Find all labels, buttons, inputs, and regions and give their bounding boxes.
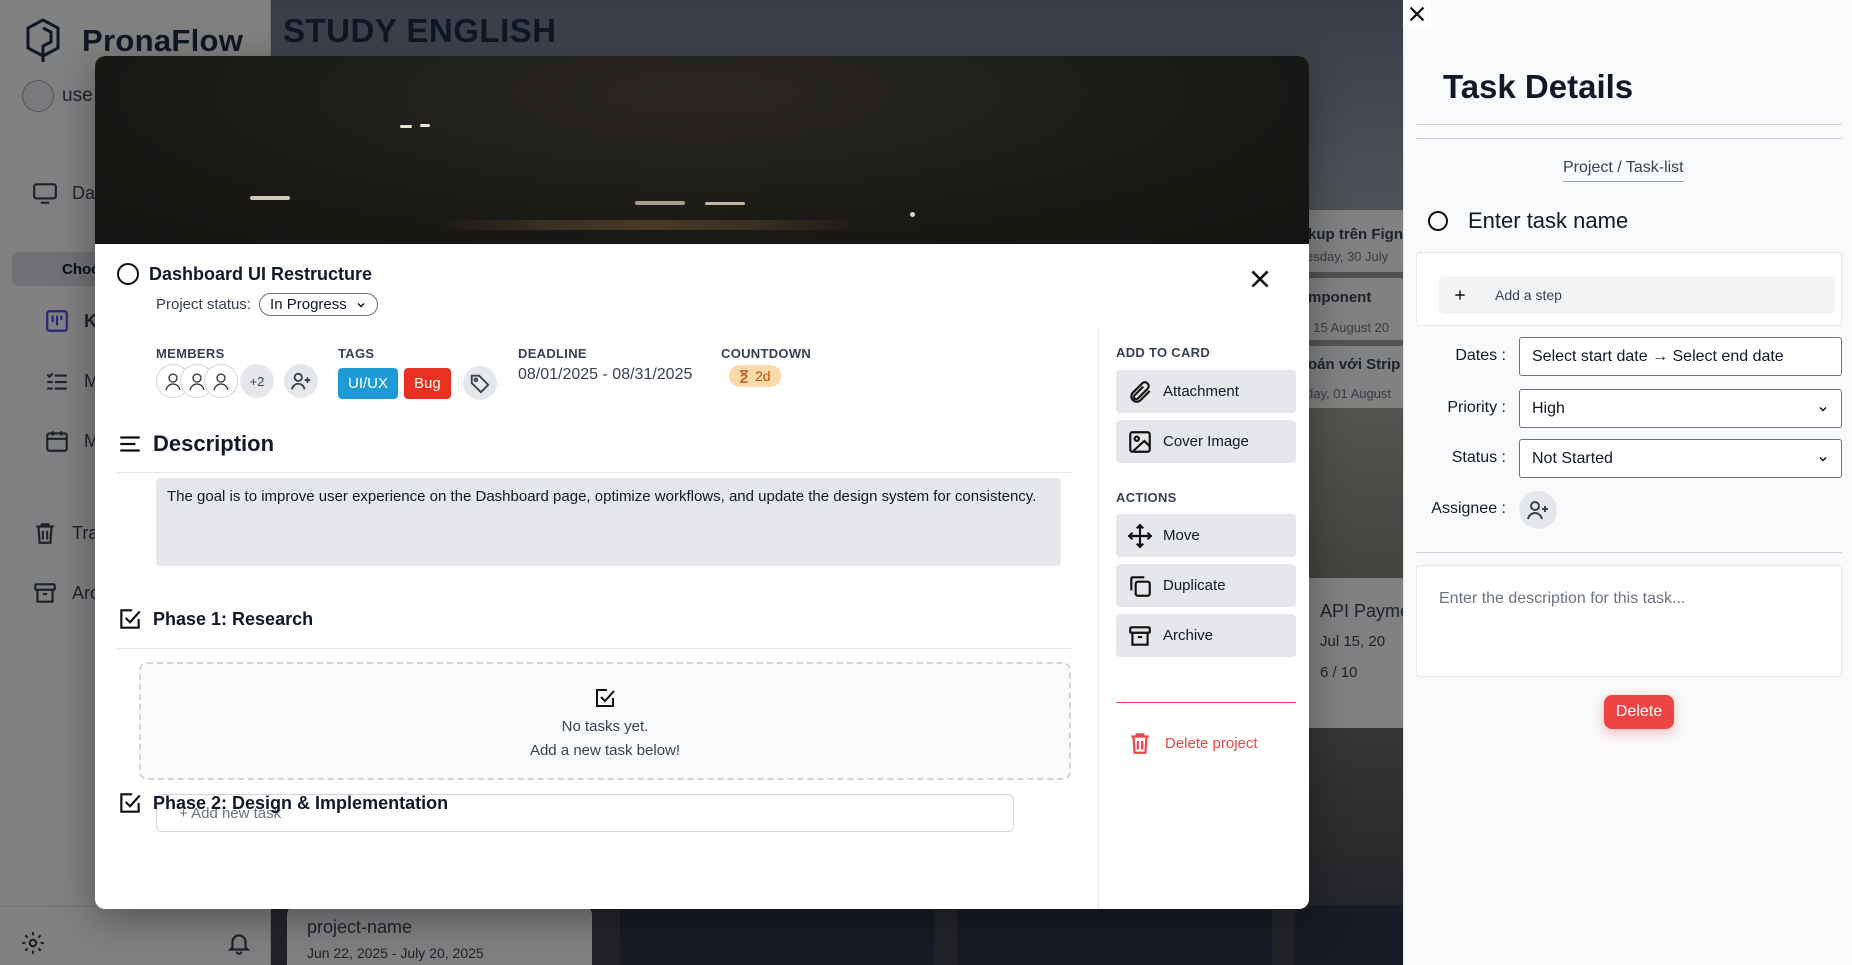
panel-title: Task Details: [1443, 68, 1634, 105]
countdown-value: 2d: [755, 368, 771, 384]
close-icon: [1409, 6, 1425, 22]
align-left-icon: [120, 436, 140, 452]
project-title-row: Dashboard UI Restructure: [117, 263, 372, 285]
add-to-card-label: ADD TO CARD: [1116, 345, 1211, 360]
phase-2-title[interactable]: Phase 2: Design & Implementation: [153, 793, 448, 814]
checkbox-icon: [120, 609, 141, 629]
breadcrumb[interactable]: Project / Task-list: [1563, 159, 1684, 182]
tags-list: UI/UX Bug: [338, 366, 497, 400]
dates-label: Dates :: [1455, 347, 1506, 364]
deadline-label: DEADLINE: [518, 346, 587, 361]
project-modal: Dashboard UI Restructure Project status:…: [95, 56, 1309, 909]
archive-label: Archive: [1163, 627, 1214, 644]
chevron-down-icon: [1819, 456, 1827, 462]
panel-close-button[interactable]: [1403, 0, 1431, 28]
dates-value: Select start date → Select end date: [1532, 347, 1784, 365]
add-step-button[interactable]: Add a step: [1439, 276, 1835, 314]
move-label: Move: [1163, 527, 1200, 544]
delete-task-button[interactable]: Delete: [1604, 695, 1674, 729]
move-icon: [1127, 523, 1153, 548]
priority-label: Priority :: [1447, 399, 1506, 416]
tag-ui-ux[interactable]: UI/UX: [338, 367, 399, 399]
vertical-divider: [1098, 328, 1099, 909]
empty-line-1: No tasks yet.: [561, 718, 649, 735]
cover-image: [95, 56, 1309, 244]
add-member-button[interactable]: [284, 364, 318, 398]
status-value: Not Started: [1532, 449, 1613, 467]
task-name-row: Enter task name: [1428, 208, 1628, 234]
priority-select[interactable]: High: [1519, 389, 1842, 428]
checkbox-icon: [596, 689, 615, 707]
empty-tasks-placeholder: No tasks yet. Add a new task below!: [139, 662, 1071, 780]
divider: [117, 648, 1071, 649]
date-range-picker[interactable]: Select start date → Select end date: [1519, 337, 1842, 376]
archive-button[interactable]: Archive: [1116, 614, 1296, 657]
task-description-input[interactable]: Enter the description for this task...: [1416, 565, 1842, 677]
checkbox-icon: [120, 793, 141, 813]
archive-icon: [1129, 625, 1151, 646]
phase-1-header: Phase 1: Research: [117, 606, 313, 632]
description-header: Description: [117, 431, 274, 457]
status-label: Status :: [1451, 449, 1506, 466]
status-label: Project status:: [156, 296, 252, 313]
task-details-panel: [1403, 0, 1852, 965]
avatar[interactable]: [204, 364, 238, 398]
assignee-label: Assignee :: [1431, 500, 1506, 517]
empty-line-2: Add a new task below!: [529, 742, 681, 759]
trash-icon: [1131, 733, 1149, 754]
status-select[interactable]: Not Started: [1519, 439, 1842, 478]
divider: [117, 472, 1071, 473]
phase-2-header: Phase 2: Design & Implementation: [117, 790, 448, 816]
add-user-icon: [1527, 501, 1548, 520]
members-list: +2: [156, 364, 318, 398]
duplicate-label: Duplicate: [1163, 577, 1226, 594]
delete-project-label: Delete project: [1165, 734, 1258, 752]
plus-icon: [1455, 290, 1465, 300]
cover-image-label: Cover Image: [1163, 433, 1249, 450]
tags-label: TAGS: [338, 346, 375, 361]
description-title: Description: [153, 431, 275, 456]
actions-label: ACTIONS: [1116, 490, 1177, 505]
deadline-value[interactable]: 08/01/2025 - 08/31/2025: [518, 366, 692, 384]
complete-toggle[interactable]: [117, 263, 139, 285]
tag-icon: [470, 374, 490, 394]
hourglass-icon: [740, 369, 748, 383]
add-tag-button[interactable]: [462, 366, 497, 400]
divider: [1416, 138, 1842, 139]
paperclip-icon: [1130, 380, 1151, 403]
move-button[interactable]: Move: [1116, 514, 1296, 557]
close-icon[interactable]: [1247, 266, 1273, 292]
attachment-button[interactable]: Attachment: [1116, 370, 1296, 413]
copy-icon: [1130, 575, 1151, 597]
task-name-input[interactable]: Enter task name: [1468, 208, 1628, 234]
attachment-label: Attachment: [1163, 383, 1239, 400]
add-assignee-button[interactable]: [1519, 491, 1557, 529]
members-label: MEMBERS: [156, 346, 225, 361]
tag-bug[interactable]: Bug: [404, 367, 451, 399]
countdown-badge: 2d: [729, 365, 781, 387]
image-icon: [1129, 430, 1151, 453]
add-step-label: Add a step: [1495, 287, 1562, 303]
chevron-down-icon: [1819, 406, 1827, 412]
status-dropdown[interactable]: In Progress: [259, 293, 378, 316]
divider: [1416, 552, 1842, 553]
phase-1-title[interactable]: Phase 1: Research: [153, 609, 313, 630]
danger-divider: [1116, 702, 1296, 703]
status-value: In Progress: [270, 296, 347, 313]
cover-image-button[interactable]: Cover Image: [1116, 420, 1296, 463]
more-members-badge[interactable]: +2: [240, 364, 274, 398]
delete-project-button[interactable]: Delete project: [1127, 730, 1258, 756]
chevron-down-icon: [357, 302, 365, 308]
priority-value: High: [1532, 399, 1565, 417]
divider: [1416, 124, 1842, 125]
add-user-icon: [290, 372, 311, 390]
countdown-label: COUNTDOWN: [721, 346, 812, 361]
project-status-row: Project status: In Progress: [156, 293, 378, 316]
description-textarea[interactable]: The goal is to improve user experience o…: [156, 478, 1061, 566]
duplicate-button[interactable]: Duplicate: [1116, 564, 1296, 607]
project-title[interactable]: Dashboard UI Restructure: [149, 264, 372, 285]
complete-toggle[interactable]: [1428, 211, 1448, 231]
